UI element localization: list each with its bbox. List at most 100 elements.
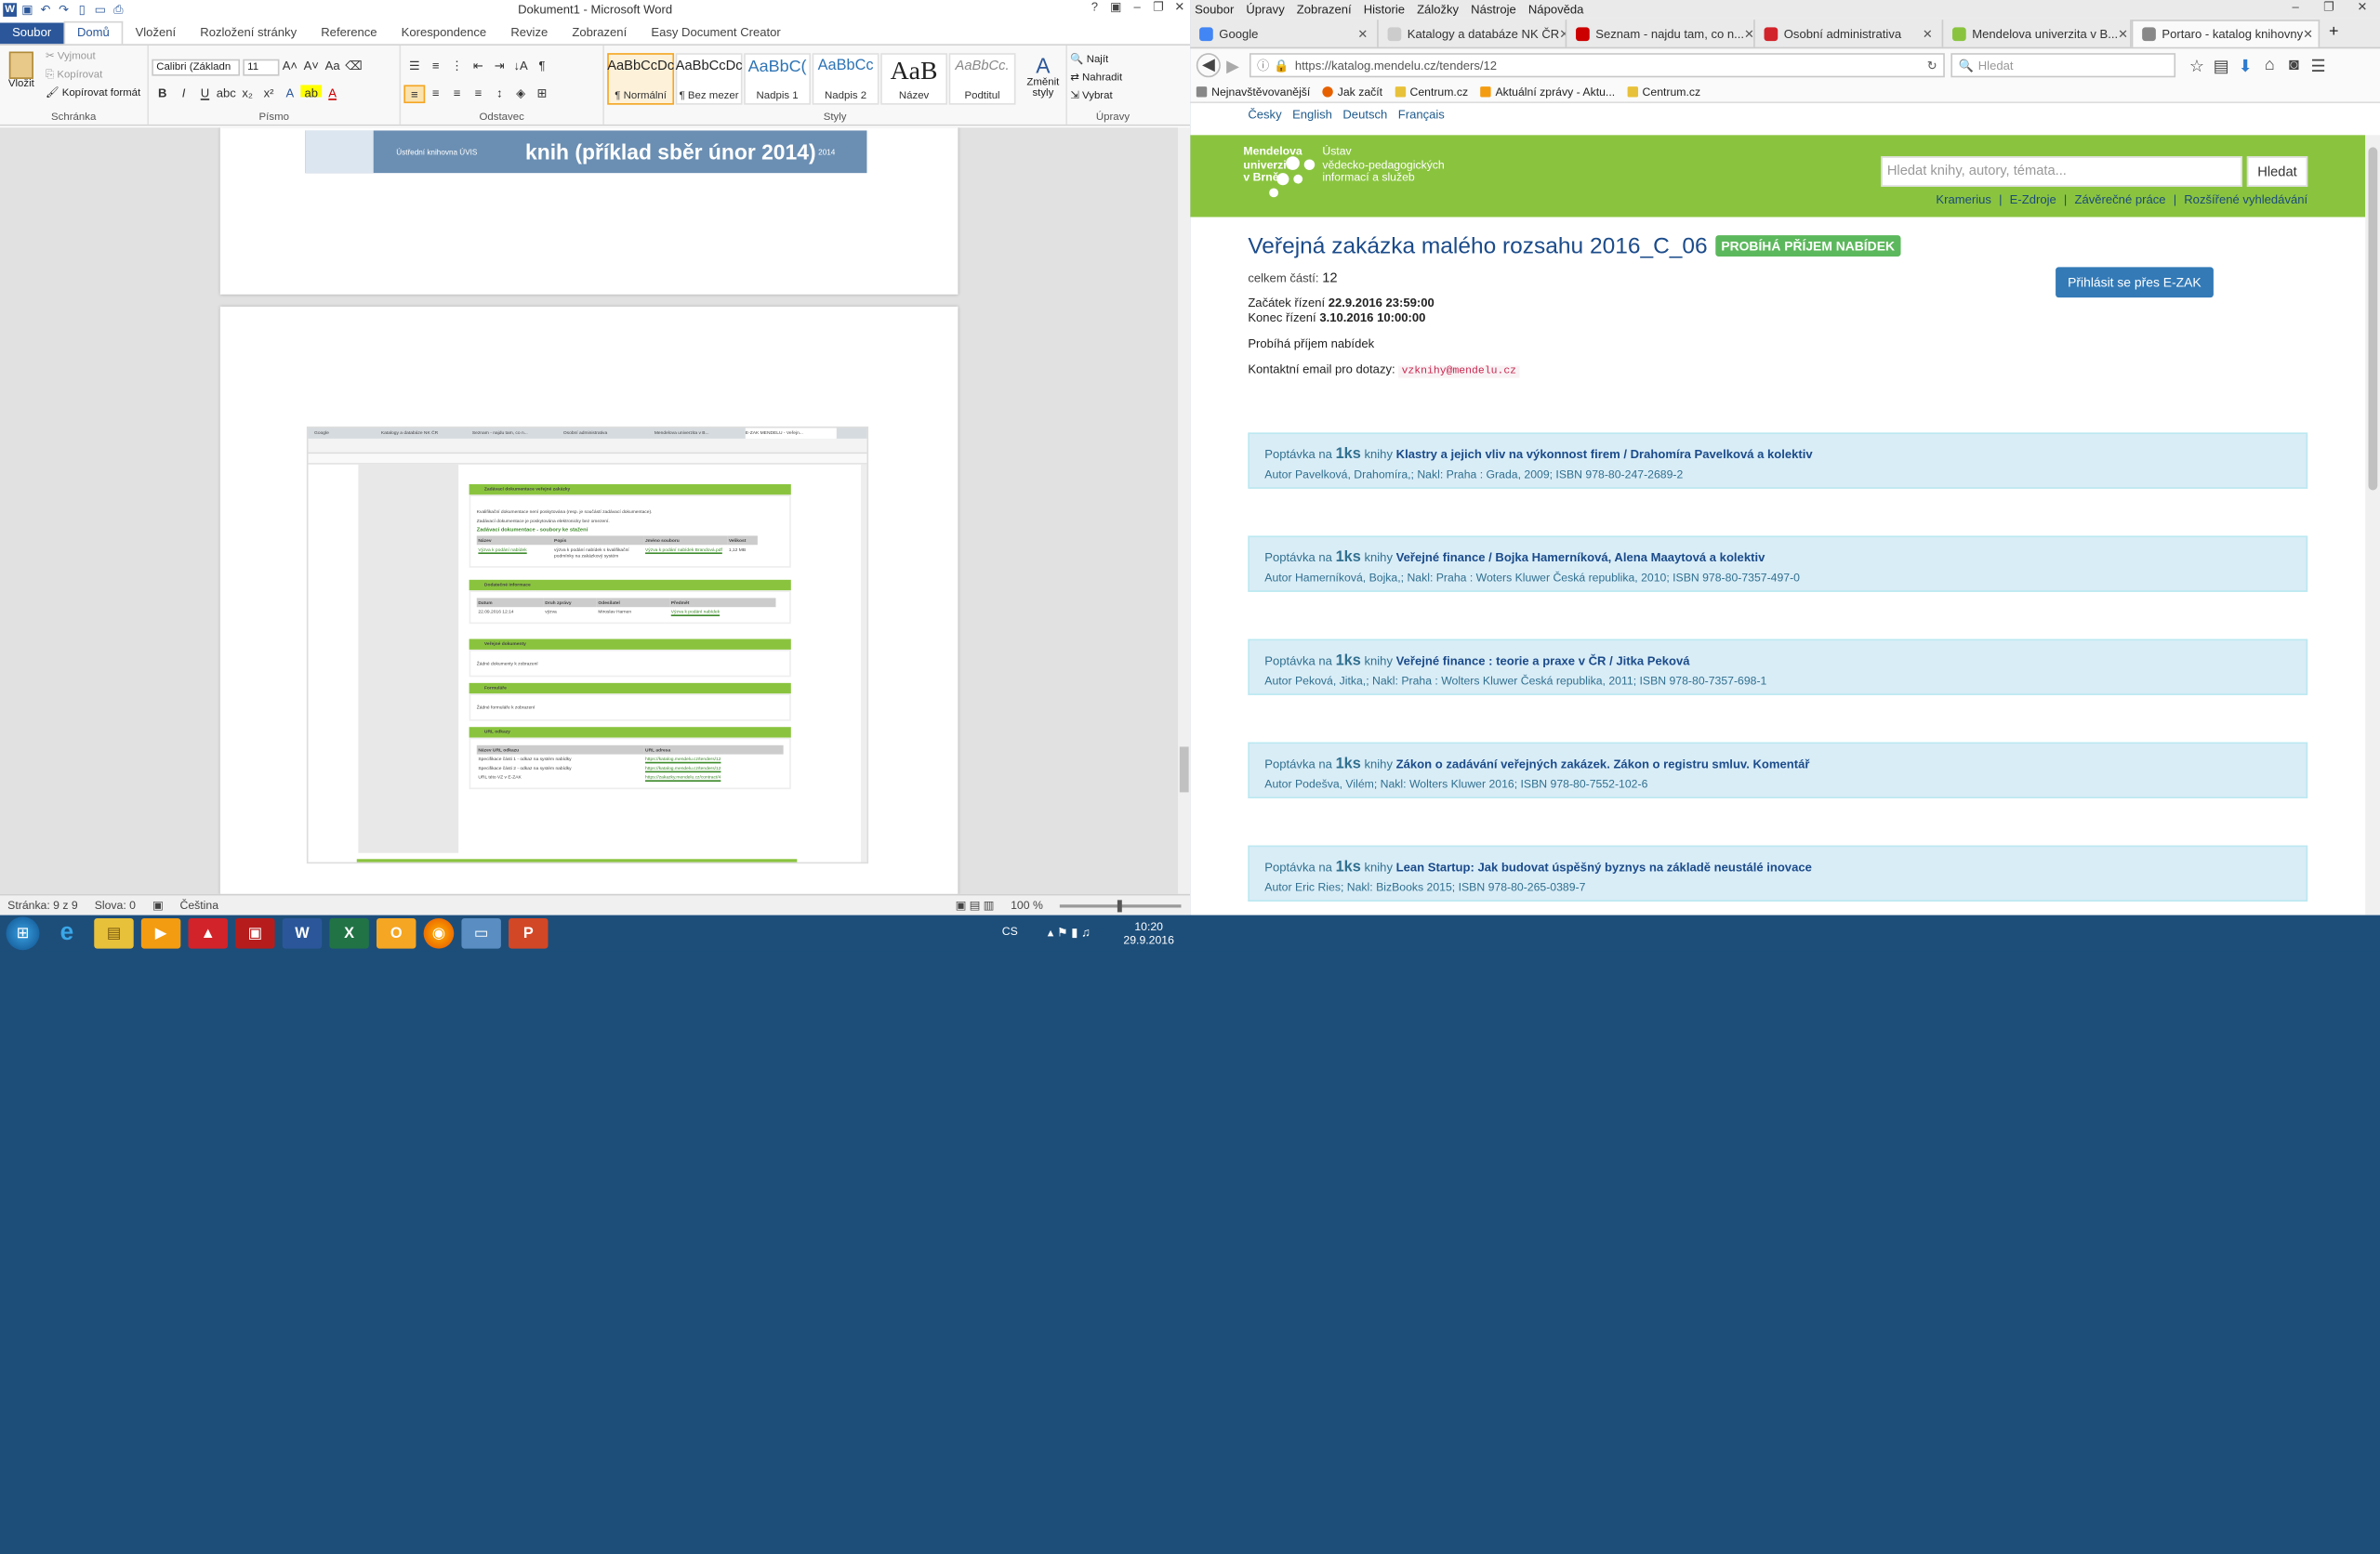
lock-icon[interactable]: 🔒 <box>1274 59 1289 72</box>
search-field[interactable]: 🔍 Hledat <box>1950 53 2176 78</box>
bookmark-star-icon[interactable]: ☆ <box>2185 56 2209 75</box>
maximize-icon[interactable]: ❐ <box>1148 0 1170 19</box>
firefox-taskbar-icon[interactable]: ◉ <box>423 917 455 949</box>
borders-icon[interactable]: ⊞ <box>532 85 553 103</box>
zoom-thumb[interactable] <box>1117 899 1122 912</box>
menu-view[interactable]: Zobrazení <box>1297 2 1352 16</box>
sort-icon[interactable]: ↓A <box>510 58 532 76</box>
replace-button[interactable]: ⇄ Nahradit <box>1070 70 1155 88</box>
align-left-icon[interactable]: ≡ <box>403 85 426 104</box>
close-tab-icon[interactable]: ✕ <box>1923 27 1933 41</box>
close-tab-icon[interactable]: ✕ <box>1744 27 1753 41</box>
menu-bookmarks[interactable]: Záložky <box>1417 2 1459 16</box>
link-ezdroje[interactable]: E-Zdroje <box>2010 192 2056 206</box>
tray-lang[interactable]: CS <box>1002 924 1018 938</box>
clear-format-icon[interactable]: ⌫ <box>343 58 364 76</box>
email-link[interactable]: vzknihy@mendelu.cz <box>1398 365 1520 378</box>
home-icon[interactable]: ⌂ <box>2257 56 2281 74</box>
minimize-icon[interactable]: – <box>1127 0 1148 19</box>
request-title[interactable]: Zákon o zadávání veřejných zakázek. Záko… <box>1396 757 1810 771</box>
cut-button[interactable]: ✂ Vyjmout <box>46 48 140 67</box>
close-tab-icon[interactable]: ✕ <box>2118 27 2128 41</box>
acrobat-icon[interactable]: ▲ <box>188 917 228 949</box>
bold-icon[interactable]: B <box>152 85 173 103</box>
page-count[interactable]: Stránka: 9 z 9 <box>7 899 78 913</box>
font-name-select[interactable]: Calibri (Základn <box>152 58 241 75</box>
start-button[interactable]: ⊞ <box>6 916 40 951</box>
tab-mailings[interactable]: Korespondence <box>390 22 499 44</box>
paste-button[interactable]: Vložit <box>3 48 39 103</box>
lang-de[interactable]: Deutsch <box>1342 107 1387 121</box>
grow-font-icon[interactable]: A˄ <box>279 58 300 76</box>
embedded-td[interactable]: Výzva k podání nabídek <box>477 545 553 560</box>
media-player-icon[interactable]: ▶ <box>140 917 181 949</box>
embedded-td[interactable]: Výzva k podání nabídek <box>669 607 775 616</box>
request-title[interactable]: Lean Startup: Jak budovat úspěšný byznys… <box>1396 861 1812 875</box>
link-kramerius[interactable]: Kramerius <box>1936 192 1991 206</box>
redo-icon[interactable]: ↷ <box>56 2 71 17</box>
italic-icon[interactable]: I <box>173 85 194 103</box>
browser-tab[interactable]: Google ✕ <box>1190 20 1379 47</box>
explorer-icon[interactable]: ▤ <box>94 917 134 949</box>
link-theses[interactable]: Závěrečné práce <box>2074 192 2165 206</box>
align-center-icon[interactable]: ≡ <box>425 85 446 103</box>
powerpoint-icon[interactable]: P <box>509 917 549 949</box>
find-button[interactable]: 🔍 Najít <box>1070 52 1155 71</box>
tab-file[interactable]: Soubor <box>0 22 64 45</box>
new-tab-icon[interactable]: + <box>2329 22 2339 41</box>
bookmark-item[interactable]: Jak začít <box>1322 85 1382 99</box>
minimize-icon[interactable]: – <box>2285 0 2307 19</box>
tab-easy-doc[interactable]: Easy Document Creator <box>639 22 793 44</box>
ie-icon[interactable]: e <box>47 918 86 949</box>
change-styles-button[interactable]: A Změnit styly <box>1024 53 1063 99</box>
tab-layout[interactable]: Rozložení stránky <box>188 22 309 44</box>
scroll-thumb[interactable] <box>1179 746 1189 793</box>
catalog-search-button[interactable]: Hledat <box>2246 156 2308 187</box>
embedded-td[interactable]: Výzva k podání nabídek Brandová.pdf <box>643 545 727 560</box>
font-size-select[interactable]: 11 <box>243 58 280 75</box>
embedded-td[interactable]: https://zakazky.mendelu.cz/contract/4 <box>643 772 783 782</box>
style-heading1[interactable]: AaBbC(Nadpis 1 <box>744 53 812 105</box>
tab-references[interactable]: Reference <box>309 22 389 44</box>
window-icon[interactable]: ▭ <box>461 917 501 949</box>
forward-icon[interactable]: ▶ <box>1221 56 1245 75</box>
bookmark-item[interactable]: Aktuální zprávy - Aktu... <box>1480 85 1615 99</box>
style-no-spacing[interactable]: AaBbCcDc ¶ Bez mezer <box>675 53 743 105</box>
subscript-icon[interactable]: x₂ <box>237 85 258 103</box>
lang-fr[interactable]: Français <box>1398 107 1445 121</box>
new-doc-icon[interactable]: ▯ <box>74 2 89 17</box>
menu-tools[interactable]: Nástroje <box>1471 2 1516 16</box>
maximize-icon[interactable]: ❐ <box>2319 0 2340 19</box>
close-tab-icon[interactable]: ✕ <box>1357 27 1368 41</box>
menu-icon[interactable]: ☰ <box>2307 56 2331 75</box>
zoom-slider[interactable] <box>1059 899 1182 912</box>
word-scrollbar[interactable] <box>1178 127 1191 894</box>
close-icon[interactable]: ✕ <box>2352 0 2373 19</box>
style-title[interactable]: AaB Název <box>880 53 947 105</box>
url-bar[interactable]: ⓘ 🔒 https://katalog.mendelu.cz/tenders/1… <box>1249 53 1945 78</box>
login-ezak-button[interactable]: Přihlásit se přes E-ZAK <box>2056 267 2214 298</box>
shrink-font-icon[interactable]: A˅ <box>300 58 322 76</box>
link-advanced-search[interactable]: Rozšířené vyhledávání <box>2184 192 2307 206</box>
embedded-td[interactable]: https://katalog.mendelu.cz/tenders/12 <box>643 763 783 772</box>
text-effects-icon[interactable]: A <box>279 85 300 103</box>
excel-icon[interactable]: X <box>329 917 369 949</box>
close-tab-icon[interactable]: ✕ <box>2303 27 2313 41</box>
tray-icons[interactable]: ▴ ⚑ ▮ ♫ <box>1048 926 1091 940</box>
zoom-level[interactable]: 100 % <box>1011 899 1043 913</box>
browser-tab[interactable]: Katalogy a databáze NK ČR✕ <box>1379 20 1567 47</box>
bookmark-item[interactable]: Centrum.cz <box>1395 85 1468 99</box>
language-status[interactable]: Čeština <box>179 899 218 913</box>
outlook-icon[interactable]: O <box>376 917 416 949</box>
bullets-icon[interactable]: ☰ <box>403 58 425 76</box>
catalog-search-input[interactable]: Hledat knihy, autory, témata... <box>1881 156 2242 187</box>
request-card[interactable]: Poptávka na 1ks knihy Lean Startup: Jak … <box>1248 845 2308 902</box>
ribbon-options-icon[interactable]: ▣ <box>1105 0 1127 19</box>
reading-list-icon[interactable]: ▤ <box>2209 56 2233 75</box>
superscript-icon[interactable]: x² <box>258 85 280 103</box>
justify-icon[interactable]: ≡ <box>468 85 489 103</box>
bookmark-item[interactable]: Centrum.cz <box>1627 85 1700 99</box>
embedded-td[interactable]: https://katalog.mendelu.cz/tenders/12 <box>643 755 783 764</box>
lang-cs[interactable]: Česky <box>1248 107 1281 121</box>
copy-button[interactable]: ⎘ Kopírovat <box>46 67 140 86</box>
